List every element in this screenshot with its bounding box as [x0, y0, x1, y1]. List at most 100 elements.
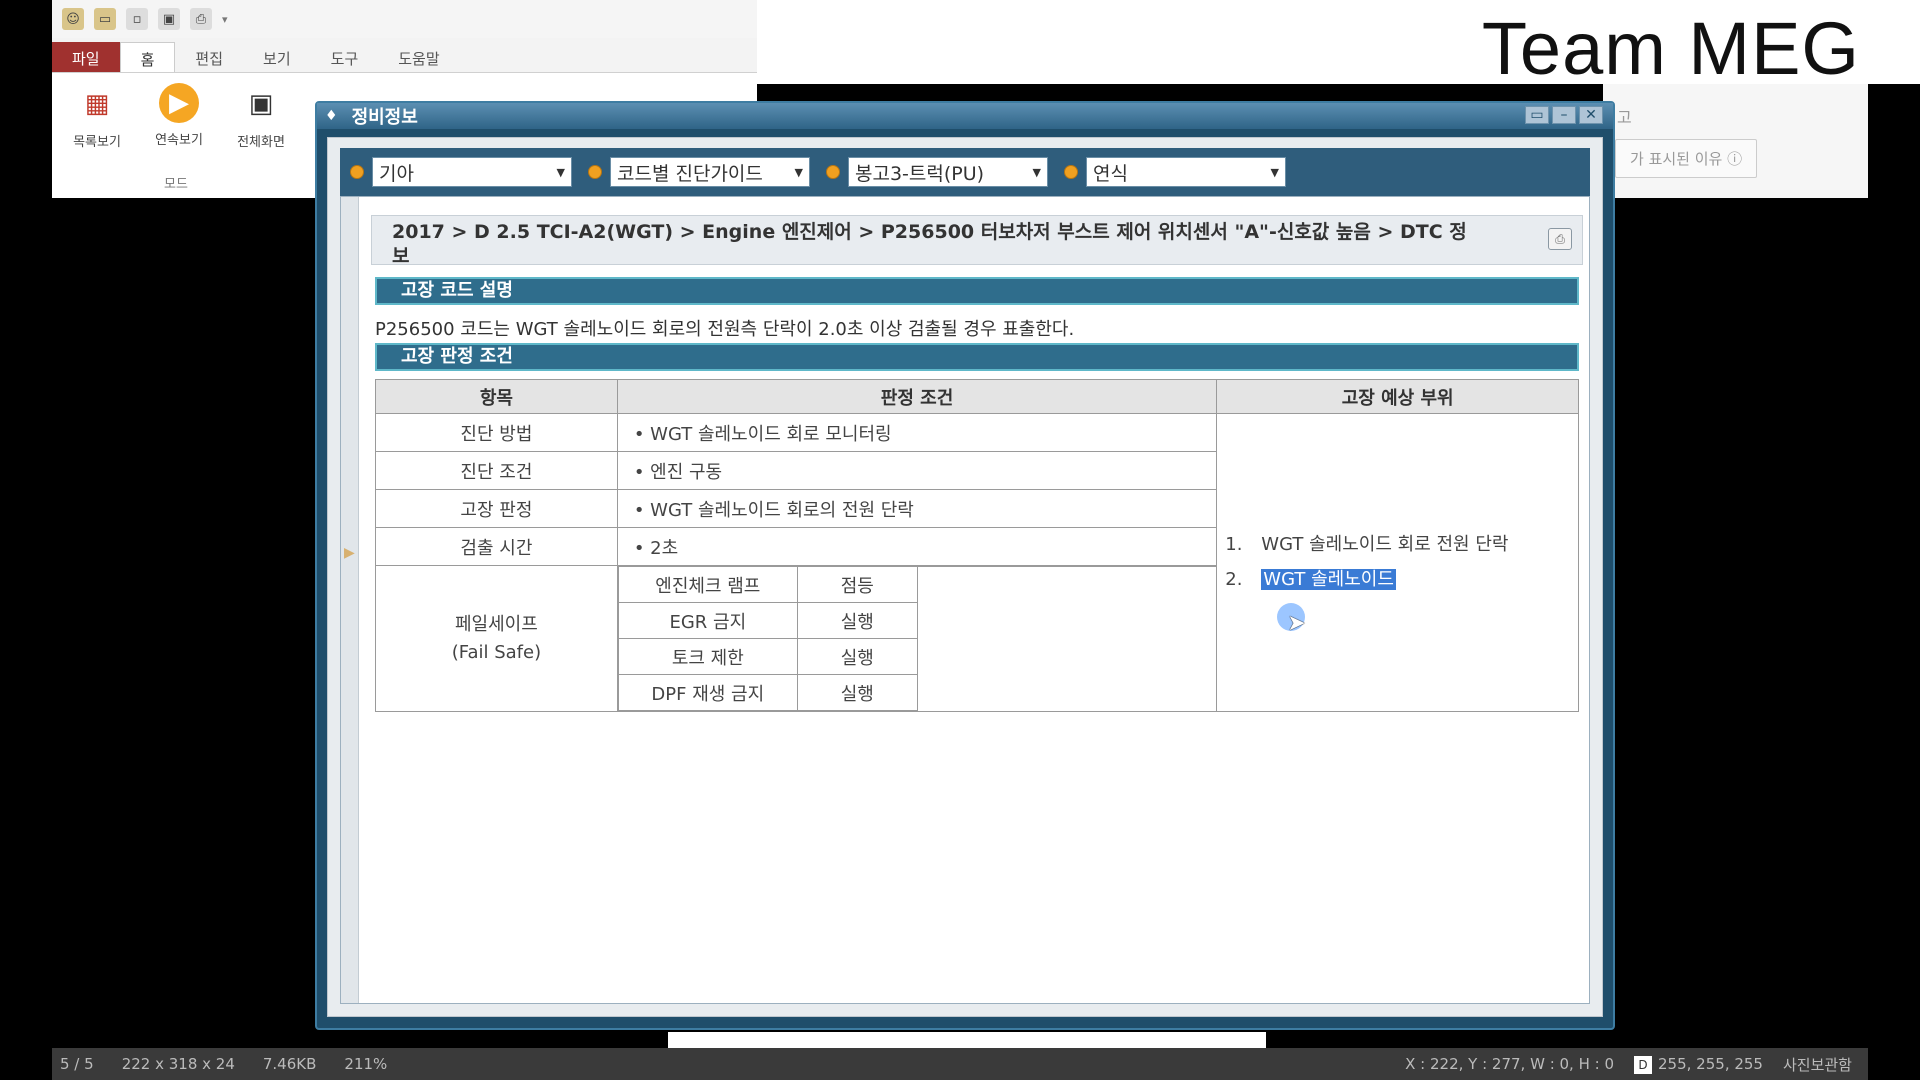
ribbon-tabs: 파일 홈 편집 보기 도구 도움말: [52, 42, 460, 72]
minimize-icon[interactable]: –: [1552, 106, 1576, 124]
dialog-title: 정비정보: [351, 107, 418, 128]
fullscreen-button[interactable]: ▣ 전체화면: [222, 83, 300, 150]
reason-button[interactable]: 가 표시된 이유 ⓘ: [1615, 139, 1758, 178]
failsafe-state: 실행: [796, 602, 918, 639]
status-right: X : 222, Y : 277, W : 0, H : 0 D 255, 255…: [1405, 1048, 1852, 1080]
guide-select[interactable]: 코드별 진단가이드 ▼: [610, 157, 810, 187]
failsafe-state: 점등: [796, 566, 918, 603]
open-folder-icon[interactable]: ▭: [94, 8, 116, 30]
part-number: 1.: [1225, 534, 1243, 555]
grid-icon: ▦: [84, 89, 110, 119]
fullscreen-icon: ▣: [248, 89, 274, 119]
tab-home[interactable]: 홈: [119, 42, 176, 72]
guide-select-value: 코드별 진단가이드: [617, 162, 763, 185]
fullscreen-label: 전체화면: [237, 135, 285, 150]
failsafe-name: 엔진체크 램프: [617, 566, 798, 603]
qat-dropdown-icon[interactable]: ▾: [222, 13, 228, 26]
breadcrumb-box: 2017 > D 2.5 TCI-A2(WGT) > Engine 엔진제어 >…: [371, 215, 1583, 267]
failsafe-name: DPF 재생 금지: [617, 674, 798, 711]
failsafe-name: 토크 제한: [617, 638, 798, 675]
new-icon[interactable]: ▫: [126, 8, 148, 30]
maker-select-value: 기아: [379, 162, 414, 185]
filter-bar: 기아 ▼ 코드별 진단가이드 ▼ 봉고3-트럭(PU) ▼ 연식 ▼: [340, 148, 1590, 196]
failsafe-name: EGR 금지: [617, 602, 798, 639]
row-item: 고장 판정: [375, 489, 618, 528]
chevron-down-icon: ▼: [1270, 165, 1279, 179]
continuous-view-button[interactable]: ▶ 연속보기: [140, 83, 218, 148]
part-number: 2.: [1225, 569, 1243, 590]
condition-table: 항목 판정 조건 고장 예상 부위 진단 방법 • WGT 솔레노이드 회로 모…: [375, 379, 1579, 712]
row-condition: • 2초: [616, 527, 1218, 566]
continuous-view-label: 연속보기: [155, 133, 203, 148]
background-panel: 고 가 표시된 이유 ⓘ: [1603, 84, 1868, 198]
failsafe-label: 페일세이프: [455, 613, 538, 635]
status-album[interactable]: 사진보관함: [1783, 1054, 1852, 1075]
tab-help[interactable]: 도움말: [378, 42, 459, 72]
dialog-app-icon: ♦: [325, 108, 338, 124]
bullet-icon: [588, 165, 602, 179]
row-condition: • WGT 솔레노이드 회로 모니터링: [616, 413, 1218, 452]
window-controls: ▭ – ✕: [1525, 106, 1603, 124]
chevron-down-icon: ▼: [1032, 165, 1041, 179]
header-condition: 판정 조건: [616, 379, 1218, 414]
failsafe-sublabel: (Fail Safe): [451, 641, 542, 663]
section-header-conditions: 고장 판정 조건: [375, 343, 1579, 371]
dialog-titlebar[interactable]: ♦ 정비정보 ▭ – ✕: [317, 103, 1613, 129]
expected-parts-cell: 1. WGT 솔레노이드 회로 전원 단락 2. WGT 솔레노이드 ➤: [1216, 413, 1579, 712]
status-rgb: 255, 255, 255: [1658, 1054, 1763, 1073]
failsafe-state: 실행: [796, 638, 918, 675]
table-row: 진단 방법 • WGT 솔레노이드 회로 모니터링 1. WGT 솔레노이드 회로…: [375, 413, 1579, 712]
save-icon[interactable]: ▣: [158, 8, 180, 30]
status-filesize: 7.46KB: [262, 1055, 317, 1073]
tab-file[interactable]: 파일: [52, 42, 120, 72]
restore-icon[interactable]: ▭: [1525, 106, 1549, 124]
failsafe-state: 실행: [796, 674, 918, 711]
list-view-label: 목록보기: [73, 135, 121, 150]
model-select-value: 봉고3-트럭(PU): [855, 162, 985, 185]
filter-model: 봉고3-트럭(PU) ▼: [826, 157, 1048, 187]
list-view-button[interactable]: ▦ 목록보기: [58, 83, 136, 150]
year-select-value: 연식: [1093, 162, 1128, 185]
header-item: 항목: [375, 379, 618, 414]
ribbon-group-label: 모드: [164, 177, 188, 192]
breadcrumb: 2017 > D 2.5 TCI-A2(WGT) > Engine 엔진제어 >…: [392, 221, 1467, 267]
tab-edit[interactable]: 편집: [175, 42, 243, 72]
year-select[interactable]: 연식 ▼: [1086, 157, 1286, 187]
row-condition: • 엔진 구동: [616, 451, 1218, 490]
reason-button-label: 가 표시된 이유: [1630, 150, 1723, 168]
content-area: ▶ 2017 > D 2.5 TCI-A2(WGT) > Engine 엔진제어…: [340, 196, 1590, 1004]
table-row: 엔진체크 램프 점등: [617, 566, 1217, 711]
status-zoom[interactable]: 211%: [344, 1055, 387, 1073]
close-icon[interactable]: ✕: [1579, 106, 1603, 124]
status-bar: 5 / 5 222 x 318 x 24 7.46KB 211% X : 222…: [52, 1048, 1868, 1080]
brand-watermark: Team MEG: [1481, 7, 1860, 90]
selected-part-text: WGT 솔레노이드: [1261, 569, 1396, 590]
fault-description-text: P256500 코드는 WGT 솔레노이드 회로의 전원측 단락이 2.0초 이…: [375, 319, 1075, 340]
list-item[interactable]: 2. WGT 솔레노이드 ➤: [1225, 563, 1508, 636]
model-select[interactable]: 봉고3-트럭(PU) ▼: [848, 157, 1048, 187]
maintenance-info-dialog: ♦ 정비정보 ▭ – ✕ 기아 ▼ 코드별 진단가이드 ▼ 봉고3-트럭(PU)…: [315, 101, 1615, 1030]
tab-view[interactable]: 보기: [243, 42, 311, 72]
print-icon[interactable]: ⎙: [190, 8, 212, 30]
failsafe-subtable: 엔진체크 램프 점등 EGR 금지 실행 토크 제한 실행 DPF 재생 금지 실행: [617, 566, 1217, 711]
status-color: D 255, 255, 255: [1634, 1055, 1763, 1074]
maker-select[interactable]: 기아 ▼: [372, 157, 572, 187]
failsafe-subtable-cell: 엔진체크 램프 점등 EGR 금지 실행 토크 제한 실행 DPF 재생 금지 실행: [616, 565, 1218, 712]
status-coords: X : 222, Y : 277, W : 0, H : 0: [1405, 1055, 1615, 1073]
part-text: WGT 솔레노이드 회로 전원 단락: [1261, 534, 1509, 555]
table-header-row: 항목 판정 조건 고장 예상 부위: [375, 379, 1579, 414]
row-item: 진단 조건: [375, 451, 618, 490]
print-icon[interactable]: ⎙: [1548, 228, 1572, 250]
side-collapse-strip[interactable]: ▶: [341, 197, 359, 1003]
chevron-down-icon: ▼: [794, 165, 803, 179]
failsafe-empty: [916, 566, 1217, 711]
filter-year: 연식 ▼: [1064, 157, 1286, 187]
app-icon[interactable]: ☺: [62, 8, 84, 30]
tab-tools[interactable]: 도구: [311, 42, 379, 72]
status-page: 5 / 5: [60, 1055, 94, 1073]
expand-arrow-icon[interactable]: ▶: [344, 545, 355, 561]
list-item[interactable]: 1. WGT 솔레노이드 회로 전원 단락: [1225, 528, 1508, 563]
bullet-icon: [826, 165, 840, 179]
filter-guide: 코드별 진단가이드 ▼: [588, 157, 810, 187]
expected-parts-list: 1. WGT 솔레노이드 회로 전원 단락 2. WGT 솔레노이드 ➤: [1225, 528, 1508, 636]
